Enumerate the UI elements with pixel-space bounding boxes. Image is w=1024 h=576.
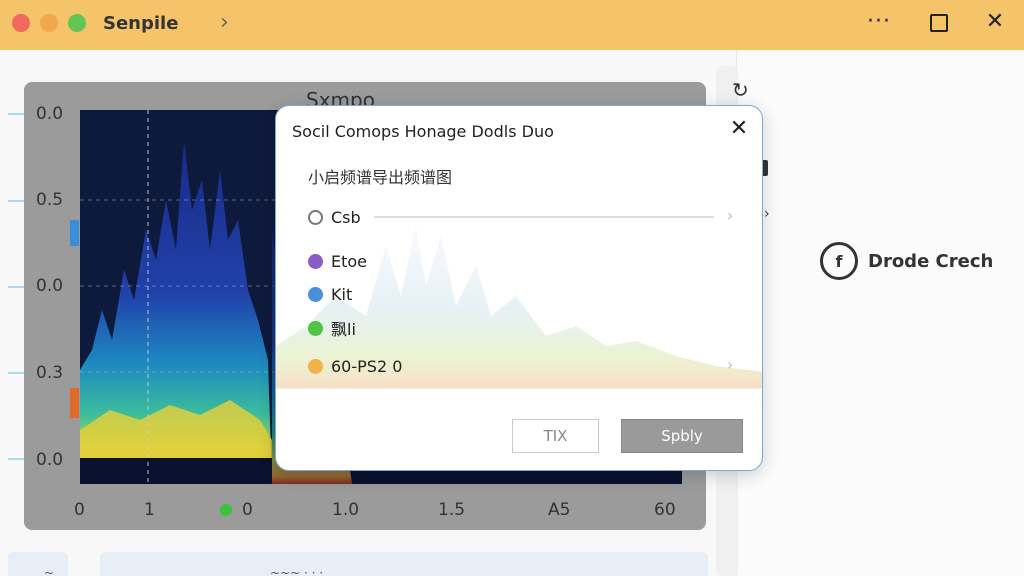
y-tick-label: 0.0 <box>36 276 64 296</box>
y-tick-label: 0.0 <box>36 450 64 470</box>
maximize-button[interactable] <box>924 9 954 38</box>
option-csb[interactable]: Csb <box>308 208 361 227</box>
y-tick-label: 0.3 <box>36 363 64 383</box>
bottom-center-text: ~~~ · · · <box>270 566 324 576</box>
option-li[interactable]: 飘li <box>308 316 356 340</box>
axis-tick-mark <box>8 372 24 374</box>
cancel-button[interactable]: TIX <box>512 419 599 453</box>
option-label: Etoe <box>331 252 368 271</box>
bottom-toolbar <box>100 552 708 576</box>
dialog-subtitle: 小启频谱导出频谱图 <box>308 168 453 187</box>
x-tick-label: 0 <box>242 500 253 520</box>
drode-crech-action[interactable]: f Drode Crech <box>820 242 993 280</box>
axis-tick-mark <box>8 286 24 288</box>
color-swatch-icon <box>308 359 323 374</box>
apply-button[interactable]: Spbly <box>621 419 743 453</box>
option-label: 60-PS2 0 <box>331 357 403 376</box>
x-tick-label: 1.0 <box>332 500 360 520</box>
chevron-right-icon[interactable]: › <box>727 206 733 225</box>
chevron-right-small-icon[interactable]: › <box>764 206 770 222</box>
playhead-marker[interactable] <box>220 504 232 516</box>
title-bar: Senpile › ··· ✕ <box>0 0 1024 50</box>
bottom-toolbar-left <box>8 552 68 576</box>
zoom-traffic-light[interactable] <box>68 14 86 32</box>
close-window-button[interactable]: ✕ <box>980 9 1010 34</box>
y-tick-label: 0.5 <box>36 190 64 210</box>
option-label: Csb <box>331 208 361 227</box>
option-label: 飘li <box>331 320 356 339</box>
option-60-ps2[interactable]: 60-PS2 0 <box>308 357 402 376</box>
x-tick-label: A5 <box>548 500 571 520</box>
x-tick-label: 1.5 <box>438 500 466 520</box>
color-swatch-icon <box>308 287 323 302</box>
x-tick-label: 60 <box>654 500 676 520</box>
close-traffic-light[interactable] <box>12 14 30 32</box>
y-tick-label: 0.0 <box>36 104 64 124</box>
dialog-divider <box>276 388 762 389</box>
close-icon[interactable]: ✕ <box>726 116 752 141</box>
range-marker-blue[interactable] <box>70 220 79 246</box>
option-label: Kit <box>331 285 353 304</box>
x-tick-label: 0 <box>74 500 85 520</box>
maximize-icon <box>930 14 948 32</box>
export-dialog: Socil Comops Honage Dodls Duo ✕ 小启频谱导出频谱… <box>275 105 763 471</box>
drode-crech-label: Drode Crech <box>868 250 994 272</box>
axis-tick-mark <box>8 458 24 460</box>
refresh-icon[interactable]: ↻ <box>732 78 749 102</box>
axis-tick-mark <box>8 200 24 202</box>
color-swatch-icon <box>308 254 323 269</box>
option-slider-track[interactable] <box>374 216 714 218</box>
chevron-right-icon[interactable]: › <box>220 10 229 35</box>
color-swatch-icon <box>308 320 323 336</box>
range-marker-orange[interactable] <box>70 388 79 418</box>
more-icon[interactable]: ··· <box>864 9 894 34</box>
option-kit[interactable]: Kit <box>308 285 352 304</box>
minimize-traffic-light[interactable] <box>40 14 58 32</box>
axis-tick-mark <box>8 113 24 115</box>
dialog-title: Socil Comops Honage Dodls Duo <box>292 122 554 141</box>
app-title: Senpile <box>103 13 179 34</box>
x-tick-label: 1 <box>144 500 155 520</box>
chevron-right-icon[interactable]: › <box>727 355 733 374</box>
bottom-left-text: ~ <box>44 566 55 576</box>
radio-icon <box>308 210 323 225</box>
option-etoe[interactable]: Etoe <box>308 252 367 271</box>
right-sidebar <box>736 50 1024 576</box>
timer-icon: f <box>820 242 858 280</box>
